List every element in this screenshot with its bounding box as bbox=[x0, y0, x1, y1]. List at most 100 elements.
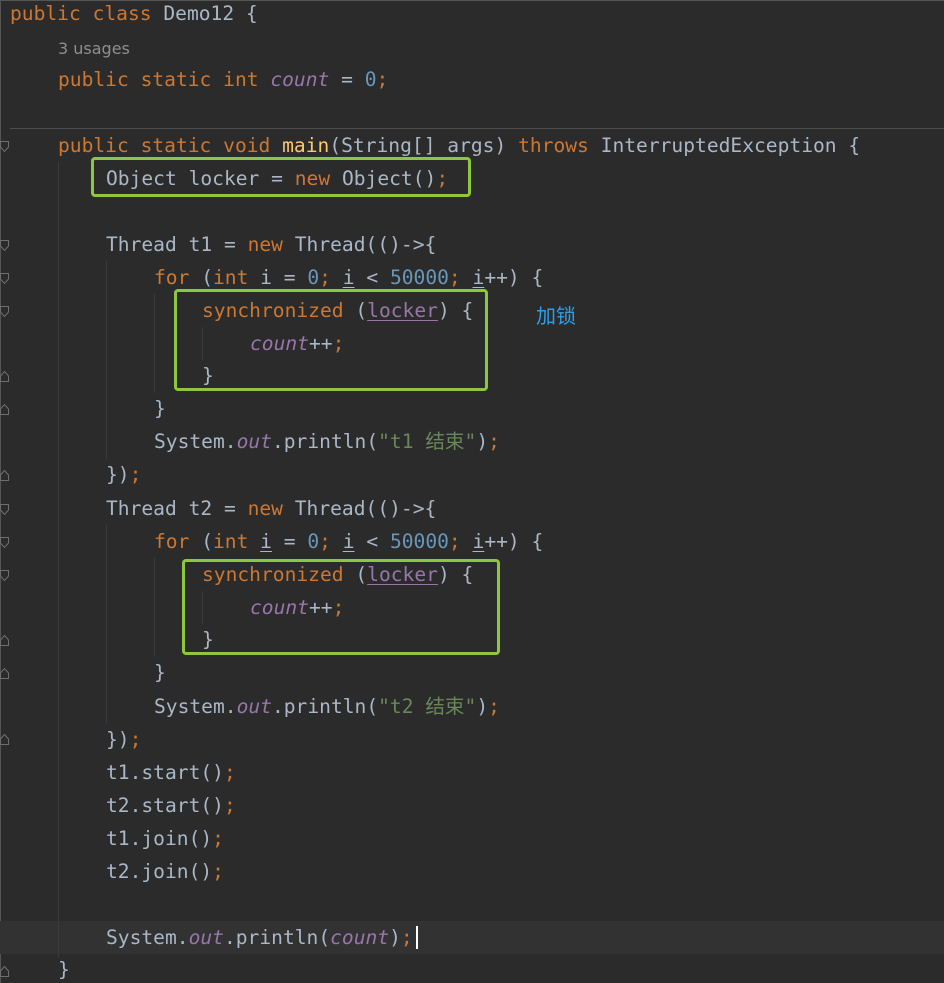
fold-end-marker-icon[interactable] bbox=[0, 371, 9, 382]
keyword: public static void bbox=[58, 134, 283, 157]
static-field: out bbox=[188, 926, 224, 949]
method-name: main bbox=[282, 134, 330, 157]
code-text: Demo12 { bbox=[163, 2, 258, 25]
semicolon: ; bbox=[376, 68, 389, 91]
fold-end-marker-icon[interactable] bbox=[0, 734, 9, 745]
code-line-close-for-t2[interactable]: } bbox=[154, 656, 166, 689]
code-text: System. bbox=[154, 695, 237, 718]
code-line-t2-join[interactable]: t2.join(); bbox=[106, 855, 224, 888]
fold-marker-icon[interactable] bbox=[0, 273, 9, 284]
code-text: t1.start() bbox=[106, 761, 224, 784]
semicolon: ; bbox=[448, 266, 473, 289]
code-text: } bbox=[154, 397, 166, 420]
fold-end-marker-icon[interactable] bbox=[0, 668, 9, 679]
keyword: public class bbox=[10, 2, 164, 25]
semicolon: ; bbox=[129, 463, 142, 486]
code-text: = bbox=[329, 68, 365, 91]
static-field: out bbox=[236, 695, 272, 718]
code-text: .println( bbox=[223, 926, 331, 949]
keyword: new bbox=[247, 233, 295, 256]
code-line-print-t2[interactable]: System.out.println("t2 结束"); bbox=[154, 690, 500, 723]
code-text: ( bbox=[201, 266, 213, 289]
fold-end-marker-icon[interactable] bbox=[0, 470, 9, 481]
semicolon: ; bbox=[400, 926, 413, 949]
code-line-t1-join[interactable]: t1.join(); bbox=[106, 822, 224, 855]
loop-variable: i bbox=[260, 530, 272, 553]
loop-variable: i bbox=[472, 266, 485, 289]
code-text: } bbox=[58, 958, 70, 981]
usages-hint[interactable]: 3 usages bbox=[58, 31, 130, 64]
code-text: }) bbox=[106, 463, 130, 486]
indent-guide bbox=[106, 525, 107, 723]
number-literal: 0 bbox=[307, 530, 320, 553]
code-line-close-for-t1[interactable]: } bbox=[154, 392, 166, 425]
fold-end-marker-icon[interactable] bbox=[0, 966, 9, 977]
keyword: int bbox=[212, 530, 261, 553]
fold-marker-icon[interactable] bbox=[0, 141, 9, 152]
keyword: throws bbox=[518, 134, 601, 157]
static-field: out bbox=[236, 430, 272, 453]
code-text: ) bbox=[389, 926, 401, 949]
text-caret bbox=[416, 926, 418, 949]
code-line-print-t1[interactable]: System.out.println("t1 结束"); bbox=[154, 425, 500, 458]
code-line-thread-t2[interactable]: Thread t2 = new Thread(()->{ bbox=[106, 492, 436, 525]
fold-end-marker-icon[interactable] bbox=[0, 404, 9, 415]
keyword: new bbox=[247, 497, 295, 520]
code-text: } bbox=[154, 661, 166, 684]
code-line-close-main[interactable]: } bbox=[58, 953, 70, 983]
keyword: public static int bbox=[58, 68, 271, 91]
code-text: ++) { bbox=[484, 266, 544, 289]
code-text: ) bbox=[476, 430, 489, 453]
number-literal: 0 bbox=[364, 68, 377, 91]
code-line-t2-start[interactable]: t2.start(); bbox=[106, 789, 236, 822]
number-literal: 0 bbox=[307, 266, 320, 289]
number-literal: 50000 bbox=[389, 530, 449, 553]
code-text: InterruptedException { bbox=[600, 134, 861, 157]
code-text: System. bbox=[154, 430, 237, 453]
static-field: count bbox=[330, 926, 390, 949]
code-text: ) bbox=[476, 695, 489, 718]
highlight-box-sync-t1 bbox=[174, 289, 488, 391]
fold-marker-icon[interactable] bbox=[0, 537, 9, 548]
code-text: }) bbox=[106, 728, 130, 751]
semicolon: ; bbox=[212, 860, 224, 883]
loop-variable: i bbox=[342, 266, 355, 289]
code-line-close-thread-t2[interactable]: }); bbox=[106, 723, 141, 756]
indent-guide bbox=[106, 261, 107, 459]
code-text: Thread(()->{ bbox=[294, 233, 437, 256]
code-text: < bbox=[354, 530, 390, 553]
code-text: t2.start() bbox=[106, 794, 224, 817]
code-line-t1-start[interactable]: t1.start(); bbox=[106, 756, 236, 789]
keyword: for bbox=[154, 530, 202, 553]
fold-marker-icon[interactable] bbox=[0, 306, 9, 317]
semicolon: ; bbox=[223, 794, 236, 817]
code-text: .println( bbox=[271, 695, 379, 718]
semicolon: ; bbox=[319, 530, 343, 553]
code-line-thread-t1[interactable]: Thread t1 = new Thread(()->{ bbox=[106, 228, 436, 261]
code-line-field[interactable]: public static int count = 0; bbox=[58, 63, 388, 96]
semicolon: ; bbox=[488, 695, 500, 718]
fold-marker-icon[interactable] bbox=[0, 570, 9, 581]
usages-hint-text[interactable]: 3 usages bbox=[58, 39, 130, 58]
code-text: .println( bbox=[271, 430, 379, 453]
fold-marker-icon[interactable] bbox=[0, 504, 9, 515]
code-editor[interactable]: public class Demo12 { 3 usages public st… bbox=[0, 0, 944, 983]
code-text: ++) { bbox=[484, 530, 544, 553]
code-text: = bbox=[271, 530, 308, 553]
string-literal: "t2 结束" bbox=[378, 695, 477, 718]
indent-guide bbox=[154, 294, 155, 393]
code-line-close-thread-t1[interactable]: }); bbox=[106, 458, 141, 491]
semicolon: ; bbox=[223, 761, 236, 784]
loop-variable: i bbox=[472, 530, 485, 553]
code-line-class-decl[interactable]: public class Demo12 { bbox=[10, 0, 258, 30]
semicolon: ; bbox=[448, 530, 473, 553]
code-line-for-t2[interactable]: for (int i = 0; i < 50000; i++) { bbox=[154, 525, 543, 558]
static-field: count bbox=[270, 68, 330, 91]
code-line-print-count[interactable]: System.out.println(count); bbox=[106, 921, 413, 954]
code-text: ( bbox=[201, 530, 213, 553]
indent-guide bbox=[154, 558, 155, 657]
fold-end-marker-icon[interactable] bbox=[0, 635, 9, 646]
code-text: t2.join() bbox=[106, 860, 213, 883]
fold-marker-icon[interactable] bbox=[0, 240, 9, 251]
string-literal: "t1 结束" bbox=[378, 430, 477, 453]
